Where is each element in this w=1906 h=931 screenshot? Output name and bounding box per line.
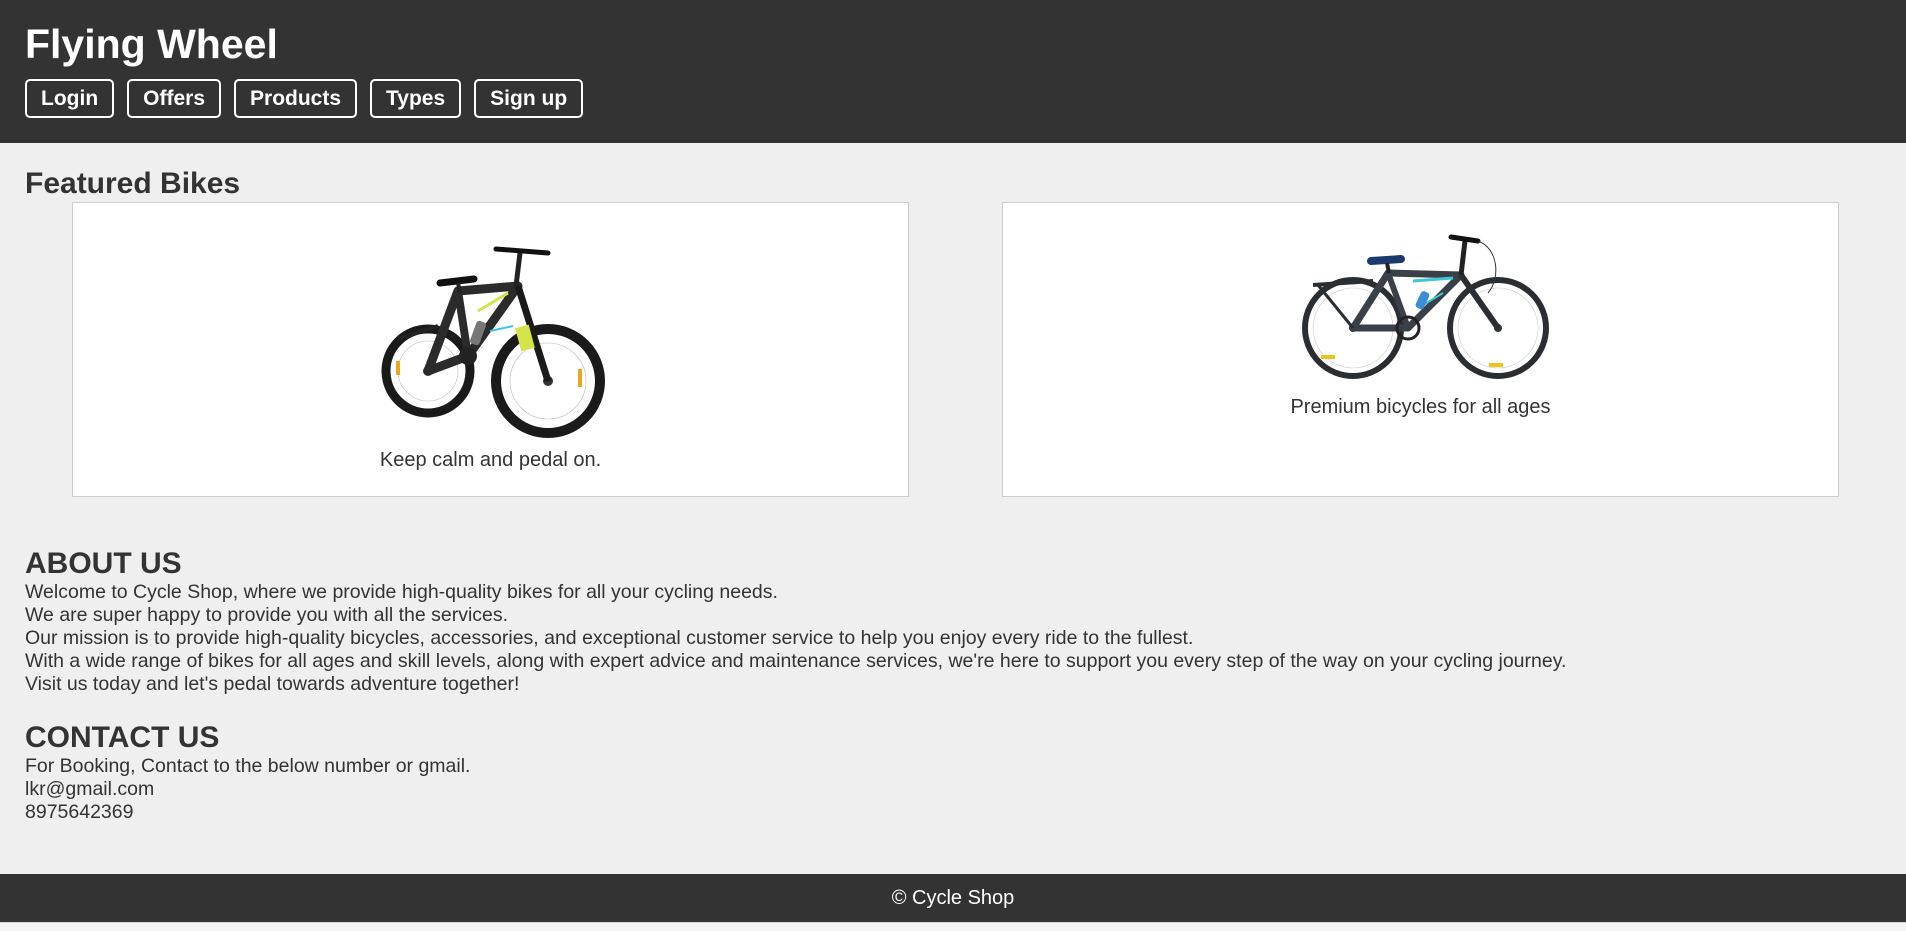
nav-offers-button[interactable]: Offers [127,79,222,118]
featured-bikes-heading: Featured Bikes [25,167,241,200]
footer-copyright: © Cycle Shop [891,887,1015,909]
about-line: We are super happy to provide you with a… [25,604,509,626]
bottom-strip [0,922,1906,931]
main-nav: Login Offers Products Types Sign up [25,79,584,118]
mountain-bike-image [381,246,605,438]
featured-card-2-caption: Premium bicycles for all ages [1290,396,1551,418]
site-header: Flying Wheel Login Offers Products Types… [0,0,1906,143]
contact-email: lkr@gmail.com [25,778,155,800]
featured-card-2[interactable]: Premium bicycles for all ages [1002,202,1839,497]
page: Flying Wheel Login Offers Products Types… [0,0,1906,931]
about-line: Our mission is to provide high-quality b… [25,627,1194,649]
featured-card-1[interactable]: Keep calm and pedal on. [72,202,909,497]
featured-card-1-caption: Keep calm and pedal on. [379,449,602,471]
site-footer: © Cycle Shop [0,874,1906,922]
about-us-heading: ABOUT US [25,547,182,580]
about-line: Welcome to Cycle Shop, where we provide … [25,581,778,603]
nav-products-button[interactable]: Products [234,79,358,118]
nav-login-button[interactable]: Login [25,79,115,118]
contact-intro: For Booking, Contact to the below number… [25,755,471,777]
nav-signup-button[interactable]: Sign up [474,79,584,118]
contact-us-heading: CONTACT US [25,721,220,754]
contact-phone: 8975642369 [25,801,134,823]
about-line: Visit us today and let's pedal towards a… [25,673,520,695]
city-bike-image [1302,234,1549,379]
about-line: With a wide range of bikes for all ages … [25,650,1567,672]
nav-types-button[interactable]: Types [370,79,462,118]
contact-us-text: For Booking, Contact to the below number… [25,755,470,824]
site-title: Flying Wheel [25,21,278,67]
about-us-text: Welcome to Cycle Shop, where we provide … [25,581,1566,696]
